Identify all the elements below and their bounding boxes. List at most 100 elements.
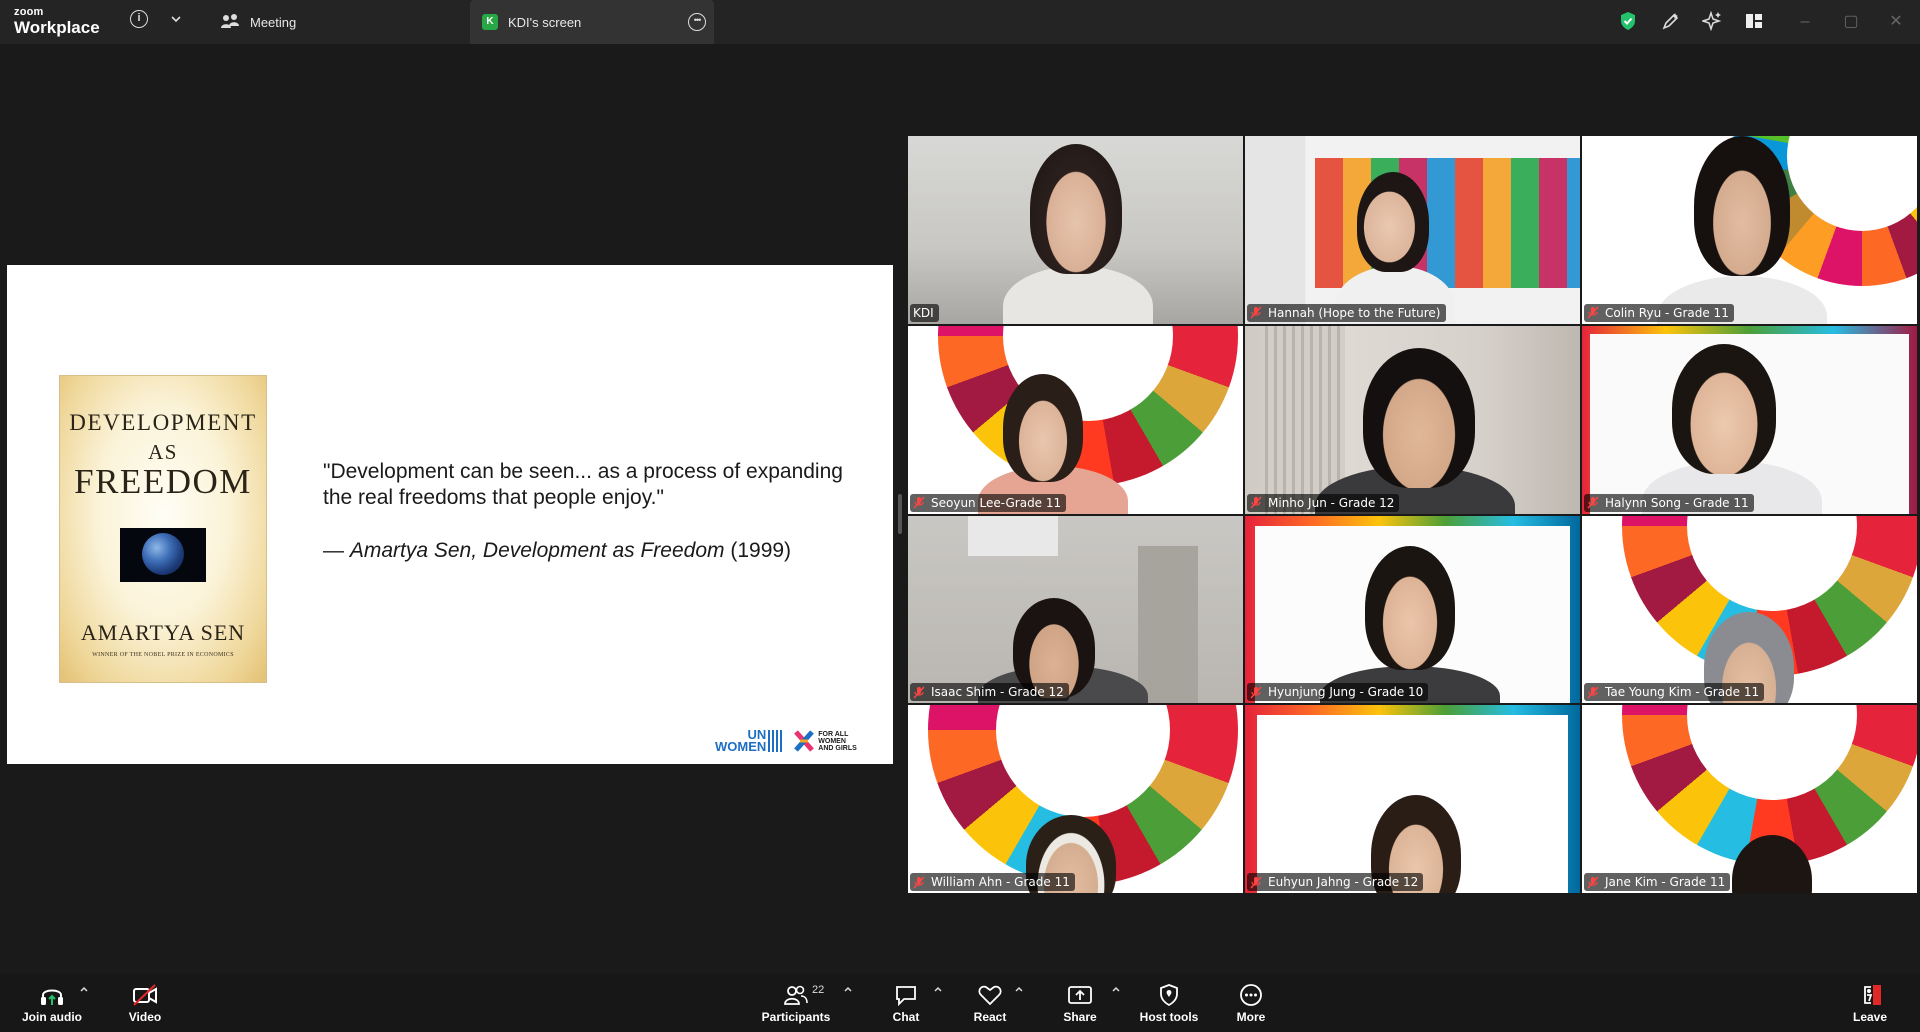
participant-nameplate: Tae Young Kim - Grade 11 (1584, 683, 1765, 702)
ai-sparkle-icon[interactable] (1702, 11, 1722, 31)
title-bar: zoom Workplace i Meeting K KDI's screen … (0, 0, 1920, 44)
participant-nameplate: Halynn Song - Grade 11 (1584, 493, 1754, 512)
participant-nameplate: Hannah (Hope to the Future) (1247, 303, 1446, 322)
book-author: AMARTYA SEN (80, 620, 246, 645)
video-feed (1363, 347, 1475, 488)
pane-splitter-handle[interactable] (898, 494, 902, 534)
participant-name: KDI (913, 305, 934, 320)
participants-icon (784, 985, 808, 1005)
participants-button[interactable]: Participants (760, 974, 832, 1032)
more-label: More (1236, 1010, 1266, 1024)
host-tools-button[interactable]: Host tools (1138, 974, 1200, 1032)
participant-name: Tae Young Kim - Grade 11 (1605, 685, 1760, 700)
headphones-icon (41, 989, 63, 1005)
participant-nameplate: Jane Kim - Grade 11 (1584, 873, 1731, 891)
share-screen-icon (1068, 986, 1092, 1004)
attribution-prefix: — (323, 539, 350, 562)
react-caret-icon[interactable] (1014, 984, 1024, 994)
un-women-logo: UN WOMEN FOR ALL WOMEN AND GIRLS (715, 728, 857, 753)
un-women-text: UN WOMEN (715, 728, 766, 753)
participant-tile[interactable]: Euhyun Jahng - Grade 12 (1245, 705, 1580, 893)
muted-mic-icon (1250, 496, 1262, 509)
close-icon[interactable]: ✕ (1887, 13, 1905, 31)
leave-door-icon (1864, 985, 1881, 1005)
annotate-pen-icon[interactable] (1661, 11, 1681, 31)
audio-options-caret-icon[interactable] (79, 984, 89, 994)
muted-mic-icon (913, 496, 925, 509)
video-feed (1138, 545, 1198, 704)
participant-nameplate: William Ahn - Grade 11 (910, 873, 1075, 891)
for-all-x-icon (794, 730, 815, 752)
leave-button[interactable]: Leave (1846, 974, 1894, 1032)
for-all-women-logo: FOR ALL WOMEN AND GIRLS (794, 730, 857, 752)
join-audio-label: Join audio (22, 1010, 82, 1024)
meeting-toolbar: Join audio Video Participants 22 Chat Re… (0, 974, 1920, 1032)
participant-name: Hyunjung Jung - Grade 10 (1268, 685, 1424, 700)
participant-tile[interactable]: Isaac Shim - Grade 12 (908, 515, 1243, 704)
meeting-info-icon[interactable]: i (130, 10, 148, 28)
tab-more-icon[interactable]: ••• (688, 13, 706, 31)
participant-nameplate: Isaac Shim - Grade 12 (910, 683, 1069, 702)
chat-button[interactable]: Chat (880, 974, 932, 1032)
share-caret-icon[interactable] (1111, 984, 1121, 994)
video-feed (1003, 373, 1083, 482)
chat-label: Chat (892, 1010, 920, 1024)
participant-name: Hannah (Hope to the Future) (1268, 305, 1441, 320)
participant-tile[interactable]: William Ahn - Grade 11 (908, 705, 1243, 893)
participant-name: Minho Jun - Grade 12 (1268, 495, 1395, 510)
attribution-work: Amartya Sen, Development as Freedom (349, 539, 725, 562)
participant-tile[interactable]: Hyunjung Jung - Grade 10 (1245, 515, 1580, 704)
video-button[interactable]: Video (120, 974, 170, 1032)
participant-tile[interactable]: Jane Kim - Grade 11 (1582, 705, 1917, 893)
participant-tile[interactable]: Tae Young Kim - Grade 11 (1582, 515, 1917, 704)
participant-nameplate: Seoyun Lee-Grade 11 (910, 493, 1067, 512)
participant-tile[interactable]: KDI (908, 136, 1243, 324)
video-feed (1694, 136, 1790, 276)
more-icon (1240, 984, 1262, 1006)
tab-shared-screen-label: KDI's screen (508, 14, 582, 30)
sharer-badge: K (482, 14, 498, 30)
un-bars-icon (768, 730, 785, 752)
muted-mic-icon (1587, 306, 1599, 319)
zoom-logo: zoom Workplace (14, 7, 100, 37)
participant-count: 22 (812, 984, 825, 996)
muted-mic-icon (1250, 876, 1262, 889)
host-tools-shield-icon (1160, 984, 1178, 1007)
host-tools-label: Host tools (1139, 1010, 1199, 1024)
participant-tile[interactable]: Halynn Song - Grade 11 (1582, 325, 1917, 514)
shield-check-icon[interactable] (1618, 11, 1638, 31)
tab-shared-screen[interactable]: K KDI's screen ••• (470, 0, 714, 44)
participants-label: Participants (761, 1010, 831, 1024)
chat-bubble-icon (896, 986, 916, 1007)
react-label: React (973, 1010, 1007, 1024)
participant-name: Jane Kim - Grade 11 (1605, 875, 1726, 889)
zoom-window: zoom Workplace i Meeting K KDI's screen … (0, 0, 1920, 1032)
book-title-line3: FREEDOM (74, 462, 252, 501)
for-all-line3: AND GIRLS (818, 744, 857, 752)
video-label: Video (128, 1010, 162, 1024)
participant-tile[interactable]: Seoyun Lee-Grade 11 (908, 325, 1243, 514)
video-feed (1672, 343, 1776, 474)
muted-mic-icon (913, 686, 925, 699)
react-button[interactable]: React (964, 974, 1016, 1032)
view-layout-icon[interactable] (1744, 11, 1764, 31)
chat-caret-icon[interactable] (933, 984, 943, 994)
maximize-icon[interactable]: ▢ (1842, 13, 1860, 31)
participant-tile[interactable]: Colin Ryu - Grade 11 (1582, 136, 1917, 324)
participant-tile[interactable]: Hannah (Hope to the Future) (1245, 136, 1580, 324)
share-button[interactable]: Share (1054, 974, 1106, 1032)
chevron-down-icon[interactable] (170, 13, 182, 25)
participants-caret-icon[interactable] (843, 984, 853, 994)
video-off-icon (133, 984, 157, 1006)
tab-meeting[interactable]: Meeting (215, 0, 465, 44)
join-audio-button[interactable]: Join audio (18, 974, 86, 1032)
for-all-line1: FOR ALL (818, 730, 849, 738)
participant-tile[interactable]: Minho Jun - Grade 12 (1245, 325, 1580, 514)
video-feed (1315, 158, 1580, 288)
more-button[interactable]: More (1226, 974, 1276, 1032)
muted-mic-icon (1587, 496, 1599, 509)
video-gallery: KDI Hannah (Hope to the Future) Colin Ry… (908, 136, 1917, 893)
book-cover: DEVELOPMENT AS FREEDOM AMARTYA SEN WINNE… (59, 375, 267, 683)
participant-name: William Ahn - Grade 11 (931, 875, 1070, 889)
minimize-icon[interactable]: – (1796, 13, 1814, 31)
